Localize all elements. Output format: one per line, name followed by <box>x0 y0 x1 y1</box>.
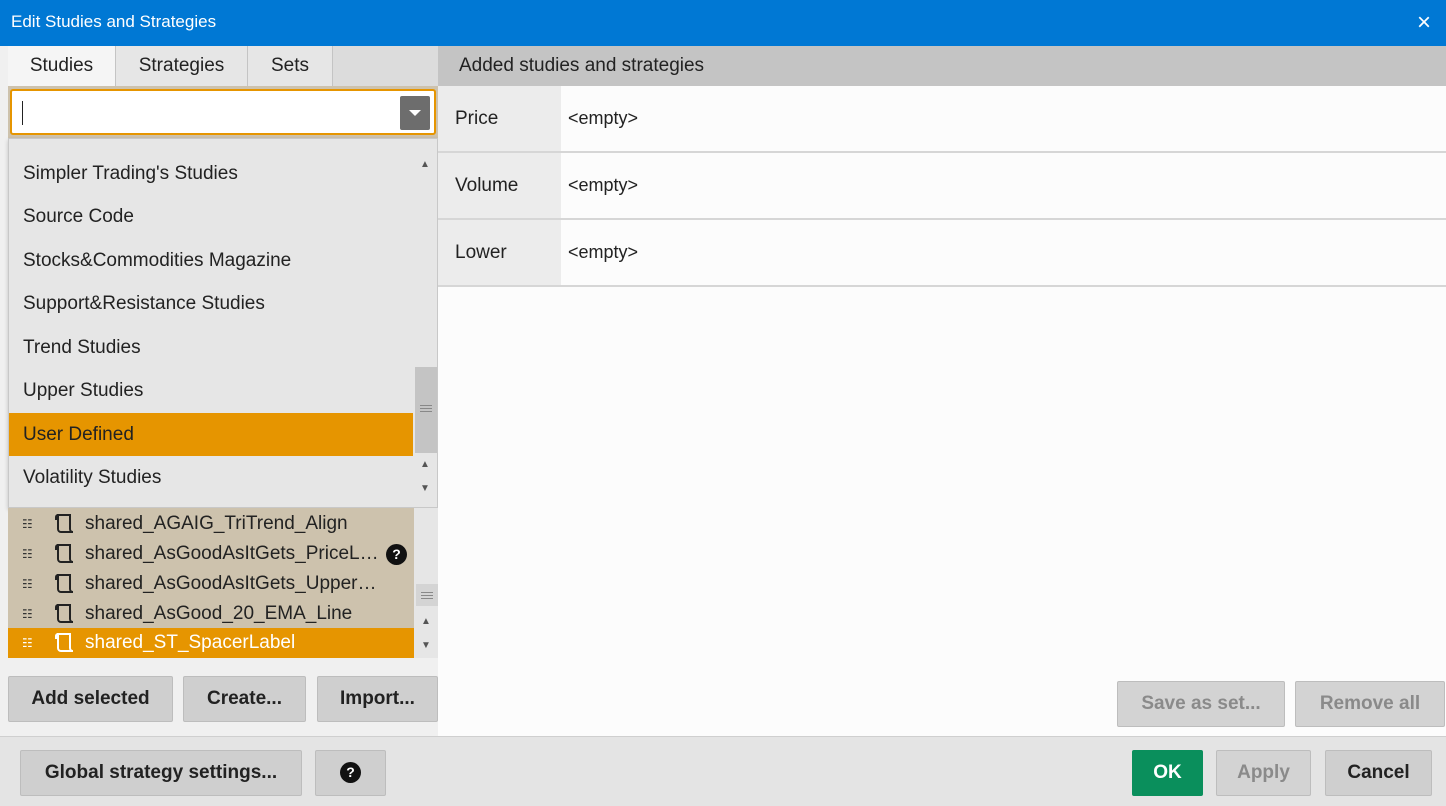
study-name: shared_ST_SpacerLabel <box>85 632 296 653</box>
import-button[interactable]: Import... <box>317 676 438 722</box>
remove-all-button[interactable]: Remove all <box>1295 681 1445 727</box>
close-icon[interactable]: × <box>1410 9 1438 37</box>
list-icon: ☷ <box>22 636 33 650</box>
list-icon: ☷ <box>22 547 33 561</box>
search-input[interactable] <box>20 97 400 127</box>
apply-button[interactable]: Apply <box>1216 750 1311 796</box>
scroll-down-icon[interactable]: ▼ <box>419 483 431 495</box>
row-value: <empty> <box>568 242 639 262</box>
edit-studies-dialog: Edit Studies and Strategies × Studies St… <box>0 0 1446 806</box>
tab-strategies[interactable]: Strategies <box>116 46 248 86</box>
create-button[interactable]: Create... <box>183 676 306 722</box>
text-caret <box>22 101 23 125</box>
script-icon <box>55 544 74 563</box>
dropdown-scrollbar[interactable]: ▲ ▲ ▼ <box>413 139 437 507</box>
added-row-lower[interactable]: Lower <empty> <box>438 220 1446 287</box>
list-item[interactable]: ☷ shared_AGAIG_TriTrend_Align <box>8 509 414 539</box>
tab-sets[interactable]: Sets <box>248 46 333 86</box>
list-icon: ☷ <box>22 517 33 531</box>
dropdown-item-simpler-trading[interactable]: Simpler Trading's Studies <box>9 152 413 195</box>
search-combobox[interactable] <box>10 89 436 135</box>
scroll-up-icon[interactable]: ▲ <box>420 616 432 628</box>
cancel-button[interactable]: Cancel <box>1325 750 1432 796</box>
study-name: shared_AsGoodAsItGets_UpperSqueeze <box>85 573 385 594</box>
studies-list: ☷ shared_AGAIG_TriTrend_Align ☷ shared_A… <box>8 508 438 658</box>
tab-studies[interactable]: Studies <box>8 46 116 86</box>
add-selected-button[interactable]: Add selected <box>8 676 173 722</box>
row-label: Lower <box>438 220 561 285</box>
scroll-up-icon[interactable]: ▲ <box>419 459 431 471</box>
global-strategy-settings-button[interactable]: Global strategy settings... <box>20 750 302 796</box>
row-value: <empty> <box>568 175 639 195</box>
ok-button[interactable]: OK <box>1132 750 1203 796</box>
list-item[interactable]: ☷ shared_AsGood_20_EMA_Line <box>8 599 414 629</box>
added-row-price[interactable]: Price <empty> <box>438 86 1446 153</box>
dropdown-item-user-defined[interactable]: User Defined <box>9 413 413 456</box>
category-dropdown: Simpler Trading's Studies Source Code St… <box>8 138 438 508</box>
save-as-set-button[interactable]: Save as set... <box>1117 681 1285 727</box>
dropdown-item-source-code[interactable]: Source Code <box>9 195 413 238</box>
row-value: <empty> <box>568 108 639 128</box>
added-pane: Price <empty> Volume <empty> Lower <empt… <box>438 86 1446 736</box>
dropdown-item-volatility-studies[interactable]: Volatility Studies <box>9 456 413 499</box>
list-icon: ☷ <box>22 607 33 621</box>
script-icon <box>55 514 74 533</box>
help-icon: ? <box>340 762 361 784</box>
dropdown-arrow-button[interactable] <box>400 96 430 130</box>
dropdown-item-stocks-commodities[interactable]: Stocks&Commodities Magazine <box>9 239 413 282</box>
script-icon <box>55 604 74 623</box>
tab-bar: Studies Strategies Sets <box>8 46 438 86</box>
script-icon <box>55 574 74 593</box>
script-icon <box>55 633 74 652</box>
list-item[interactable]: ☷ shared_AsGoodAsItGets_PriceLabels ? <box>8 539 414 569</box>
study-name: shared_AGAIG_TriTrend_Align <box>85 513 348 534</box>
scroll-up-icon[interactable]: ▲ <box>419 159 431 171</box>
scroll-thumb[interactable] <box>416 584 438 606</box>
added-header: Added studies and strategies <box>438 46 1446 86</box>
title-bar: Edit Studies and Strategies × <box>0 0 1446 46</box>
row-label: Price <box>438 86 561 151</box>
window-title: Edit Studies and Strategies <box>11 12 217 31</box>
list-item-selected[interactable]: ☷ shared_ST_SpacerLabel <box>8 628 414 658</box>
added-row-volume[interactable]: Volume <empty> <box>438 153 1446 220</box>
study-name: shared_AsGoodAsItGets_PriceLabels <box>85 543 385 564</box>
list-icon: ☷ <box>22 577 33 591</box>
scroll-down-icon[interactable]: ▼ <box>420 640 432 652</box>
row-label: Volume <box>438 153 561 218</box>
dropdown-item-trend-studies[interactable]: Trend Studies <box>9 326 413 369</box>
study-name: shared_AsGood_20_EMA_Line <box>85 603 353 624</box>
list-scrollbar[interactable]: ▲ ▼ <box>414 508 438 658</box>
help-icon[interactable]: ? <box>386 544 407 565</box>
dropdown-item-support-resistance[interactable]: Support&Resistance Studies <box>9 282 413 325</box>
search-area <box>8 86 438 138</box>
dropdown-item-upper-studies[interactable]: Upper Studies <box>9 369 413 412</box>
scroll-thumb[interactable] <box>415 367 437 453</box>
list-item[interactable]: ☷ shared_AsGoodAsItGets_UpperSqueeze <box>8 569 414 599</box>
help-button[interactable]: ? <box>315 750 386 796</box>
